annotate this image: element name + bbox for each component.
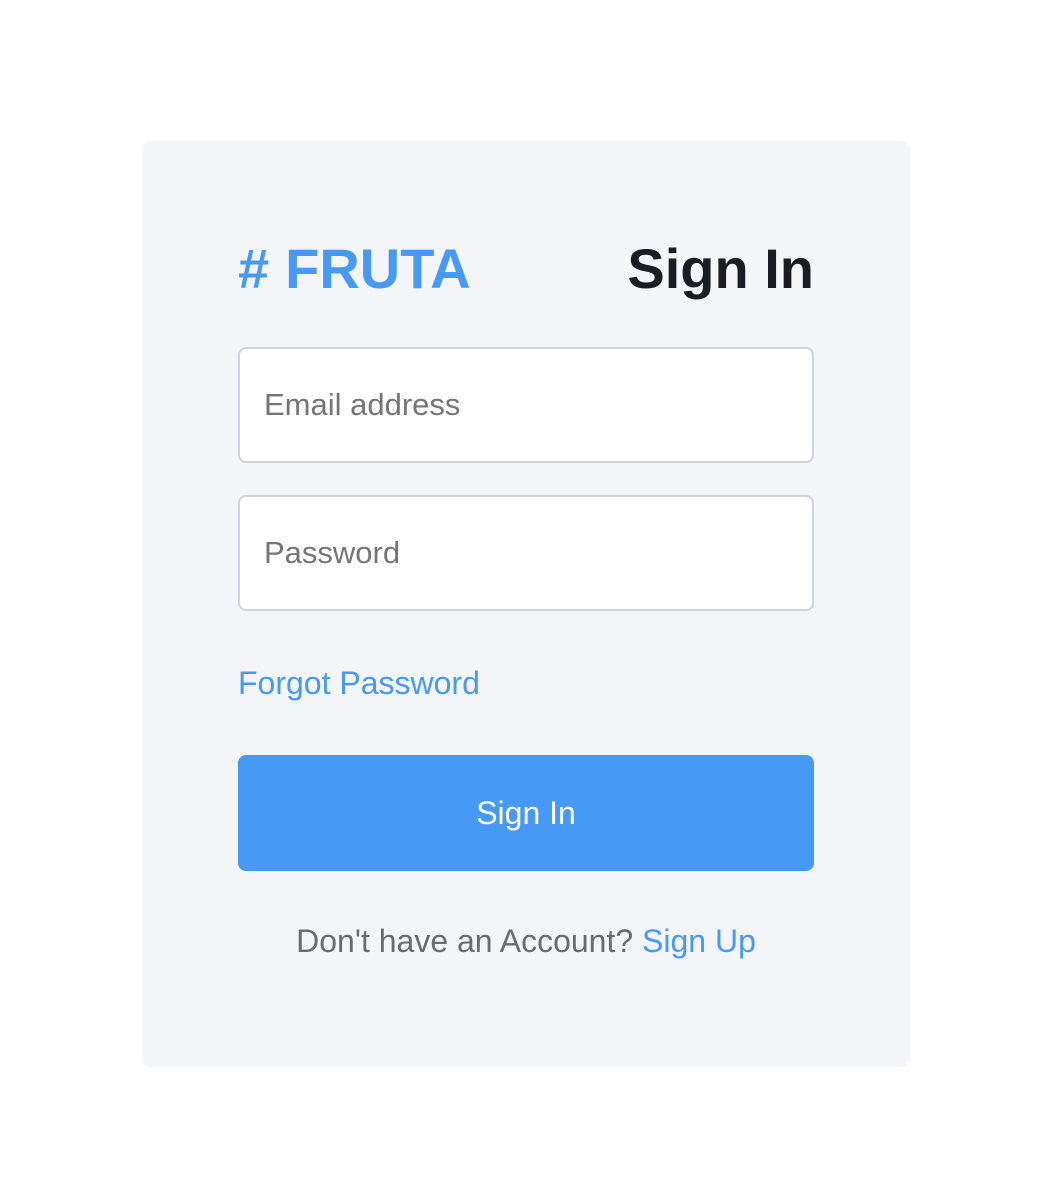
signin-form-container: # FRUTA Sign In Forgot Password Sign In … [238,237,814,961]
signup-prompt: Don't have an Account? Sign Up [238,921,814,961]
sign-up-link[interactable]: Sign Up [642,923,756,959]
brand-name: FRUTA [285,237,471,300]
card-header: # FRUTA Sign In [238,237,814,301]
brand-logo: # FRUTA [238,237,471,301]
forgot-password-link[interactable]: Forgot Password [238,663,480,703]
password-field[interactable] [238,495,814,611]
signup-prompt-text: Don't have an Account? [296,923,634,959]
page-title: Sign In [627,237,814,300]
email-field[interactable] [238,347,814,463]
signin-card: # FRUTA Sign In Forgot Password Sign In … [142,141,910,1067]
hash-icon: # [238,237,270,300]
sign-in-button[interactable]: Sign In [238,755,814,871]
